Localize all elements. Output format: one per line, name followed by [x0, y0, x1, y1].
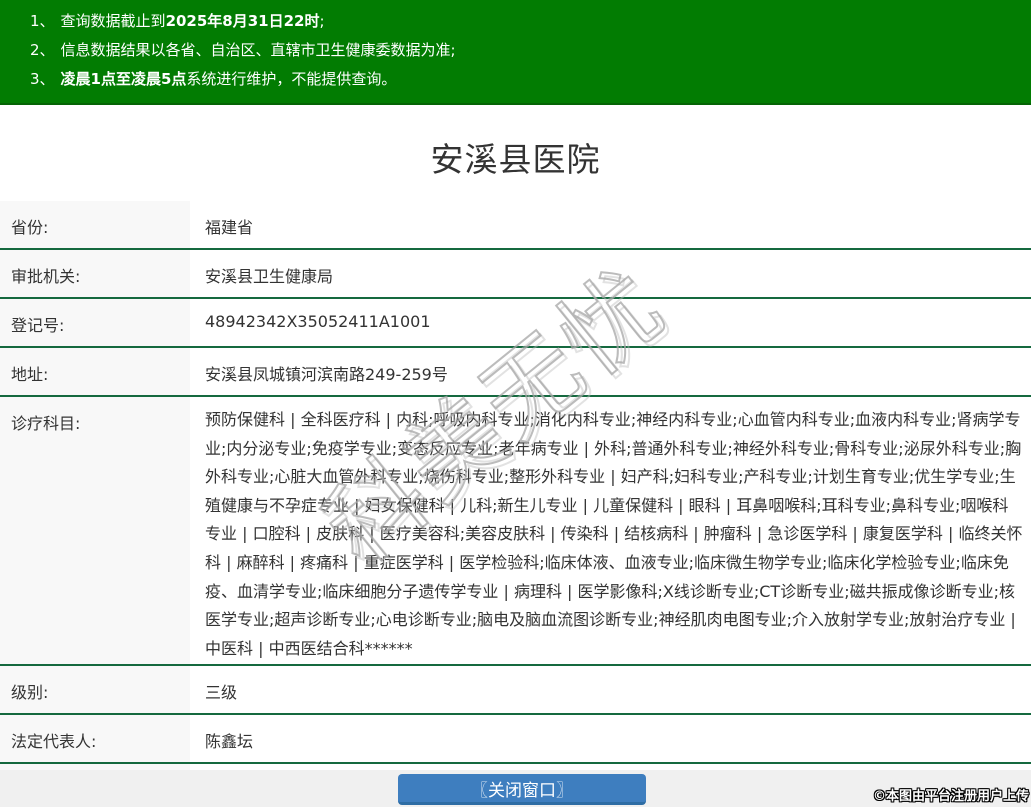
- row-value: 福建省: [205, 218, 254, 237]
- notice-text: 系统进行维护，不能提供查询。: [186, 70, 397, 88]
- page: 1、 查询数据截止到2025年8月31日22时; 2、 信息数据结果以各省、自治区、…: [0, 0, 1031, 807]
- hospital-info-table: 省份: 福建省 审批机关: 安溪县卫生健康局 登记号: 48942342X350…: [0, 201, 1031, 780]
- table-row-province: 省份: 福建省: [0, 201, 1031, 250]
- notice-text-bold: 凌晨1点至凌晨5点: [60, 70, 187, 88]
- table-row-medical-subjects: 诊疗科目: 预防保健科 | 全科医疗科 | 内科;呼吸内科专业;消化内科专业;神…: [0, 397, 1031, 666]
- table-row-approval-authority: 审批机关: 安溪县卫生健康局: [0, 250, 1031, 299]
- copyright-watermark: ©本图由平台注册用户上传: [872, 789, 1029, 804]
- row-label: 登记号:: [0, 299, 190, 346]
- row-label: 地址:: [0, 348, 190, 395]
- row-value: 安溪县凤城镇河滨南路249-259号: [205, 365, 448, 384]
- notice-text: ;: [319, 12, 325, 30]
- notice-number: 1、: [30, 12, 55, 30]
- notice-text: 信息数据结果以各省、自治区、直辖市卫生健康委数据为准;: [60, 41, 456, 59]
- table-row-legal-representative: 法定代表人: 陈鑫坛: [0, 715, 1031, 764]
- row-label: 诊疗科目:: [0, 397, 190, 664]
- notice-line-2: 2、 信息数据结果以各省、自治区、直辖市卫生健康委数据为准;: [30, 36, 1021, 65]
- row-value: 预防保健科 | 全科医疗科 | 内科;呼吸内科专业;消化内科专业;神经内科专业;…: [205, 410, 1023, 658]
- notice-number: 2、: [30, 41, 55, 59]
- notice-text: 查询数据截止到: [60, 12, 166, 30]
- notice-number: 3、: [30, 70, 55, 88]
- row-value: 48942342X35052411A1001: [205, 312, 431, 331]
- notice-banner: 1、 查询数据截止到2025年8月31日22时; 2、 信息数据结果以各省、自治区、…: [0, 0, 1031, 105]
- page-title: 安溪县医院: [430, 140, 601, 179]
- row-label: 法定代表人:: [0, 715, 190, 762]
- row-label: 级别:: [0, 666, 190, 713]
- table-row-level: 级别: 三级: [0, 666, 1031, 715]
- footer-bar: 〖关闭窗口〗 ©本图由平台注册用户上传: [0, 770, 1031, 807]
- table-row-address: 地址: 安溪县凤城镇河滨南路249-259号: [0, 348, 1031, 397]
- row-label: 省份:: [0, 201, 190, 248]
- row-value: 安溪县卫生健康局: [205, 267, 334, 286]
- notice-text-bold: 2025年8月31日22时: [165, 12, 320, 30]
- row-value: 陈鑫坛: [205, 732, 254, 751]
- row-label: 审批机关:: [0, 250, 190, 297]
- row-value: 三级: [205, 683, 238, 702]
- close-window-button[interactable]: 〖关闭窗口〗: [398, 774, 646, 805]
- notice-line-3: 3、 凌晨1点至凌晨5点系统进行维护，不能提供查询。: [30, 65, 1021, 94]
- table-row-registration-number: 登记号: 48942342X35052411A1001: [0, 299, 1031, 348]
- notice-line-1: 1、 查询数据截止到2025年8月31日22时;: [30, 7, 1021, 36]
